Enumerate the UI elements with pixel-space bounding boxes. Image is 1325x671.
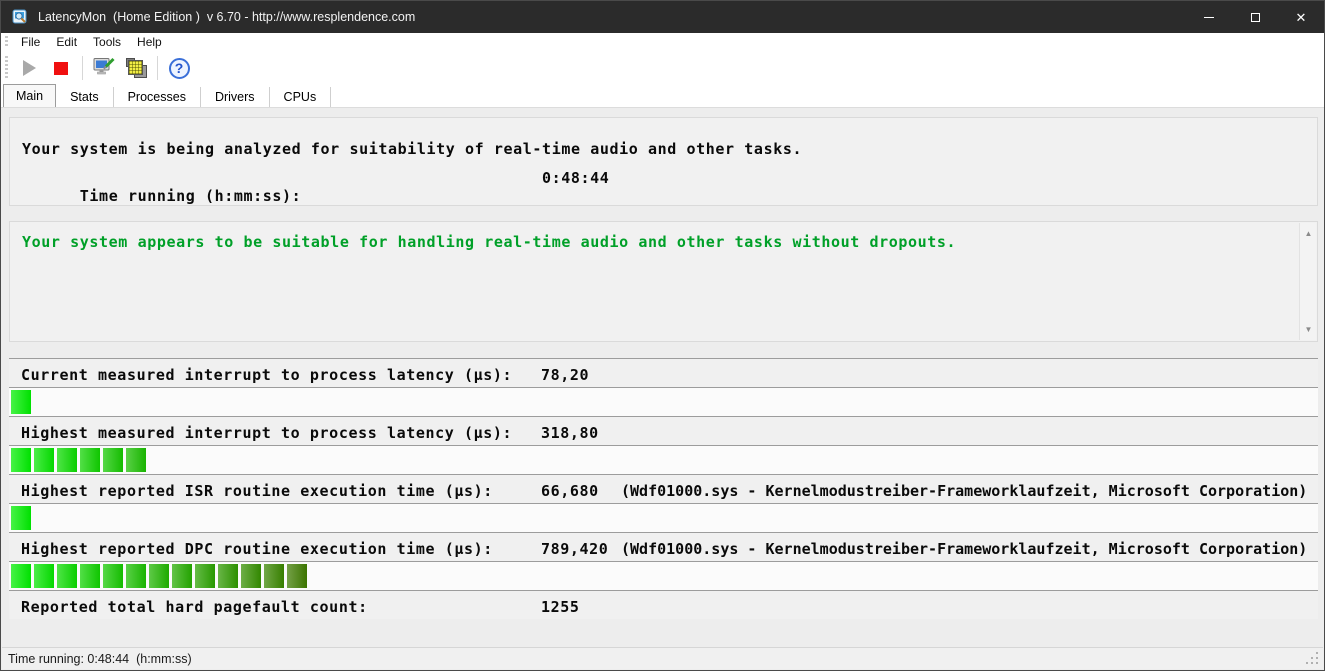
tab-cpus[interactable]: CPUs [270, 87, 332, 107]
bar-segment [126, 448, 146, 472]
time-running-row: Time running (h:mm:ss): 0:48:44 [10, 158, 1317, 205]
titlebar: LatencyMon (Home Edition ) v 6.70 - http… [1, 1, 1324, 33]
toolbar-separator [82, 56, 83, 80]
minimize-icon [1204, 16, 1214, 18]
bar-segment [103, 448, 123, 472]
bar-segment [172, 564, 192, 588]
status-message-panel: Your system appears to be suitable for h… [9, 221, 1318, 342]
maximize-icon [1250, 12, 1260, 22]
measurement-label-row: Highest reported DPC routine execution t… [9, 532, 1318, 561]
tab-processes[interactable]: Processes [114, 87, 201, 107]
measurement-bar [9, 561, 1318, 590]
play-icon [22, 60, 36, 76]
status-message: Your system appears to be suitable for h… [22, 233, 957, 251]
close-button[interactable]: ✕ [1278, 1, 1324, 33]
measurement-bar [9, 387, 1318, 416]
toolbar: ? [1, 51, 1324, 85]
measurement-label-row: Highest measured interrupt to process la… [9, 416, 1318, 445]
measurement-label-row: Reported total hard pagefault count: 1255 [9, 590, 1318, 619]
stop-icon [54, 61, 68, 75]
menu-file[interactable]: File [13, 35, 48, 49]
tab-stats[interactable]: Stats [56, 87, 114, 107]
bar-segment [241, 564, 261, 588]
measurement-label: Highest reported DPC routine execution t… [21, 540, 493, 558]
measurements: Current measured interrupt to process la… [9, 358, 1318, 619]
measurement-label: Highest reported ISR routine execution t… [21, 482, 493, 500]
help-icon: ? [168, 57, 190, 79]
menu-help[interactable]: Help [129, 35, 170, 49]
menu-edit[interactable]: Edit [48, 35, 85, 49]
time-running-label: Time running (h:mm:ss): [79, 187, 302, 205]
scroll-up-icon[interactable]: ▲ [1300, 225, 1317, 242]
bar-segment [11, 448, 31, 472]
measurement-bar [9, 503, 1318, 532]
window-title: LatencyMon (Home Edition ) v 6.70 - http… [38, 10, 416, 24]
bar-segment [34, 564, 54, 588]
bar-segment [11, 390, 31, 414]
app-icon [12, 9, 28, 25]
analysis-panel: Your system is being analyzed for suitab… [9, 117, 1318, 206]
bar-segment [218, 564, 238, 588]
statusbar-text: Time running: 0:48:44 (h:mm:ss) [8, 651, 192, 666]
tab-main[interactable]: Main [3, 84, 57, 107]
tabbar: Main Stats Processes Drivers CPUs [1, 84, 1324, 108]
measurement-value: 789,420 [541, 540, 609, 558]
measurement-value: 1255 [541, 598, 580, 616]
menubar: File Edit Tools Help [1, 33, 1324, 51]
bar-segment [11, 564, 31, 588]
help-button[interactable]: ? [165, 54, 193, 82]
message-scrollbar[interactable]: ▲ ▼ [1299, 223, 1316, 340]
menu-tools[interactable]: Tools [85, 35, 129, 49]
measurement-label: Reported total hard pagefault count: [21, 598, 368, 616]
bar-segment [103, 564, 123, 588]
bar-segment [57, 564, 77, 588]
measurement-label: Highest measured interrupt to process la… [21, 424, 513, 442]
measurement-value: 66,680 [541, 482, 599, 500]
menubar-gripper-icon [5, 35, 8, 49]
statusbar: Time running: 0:48:44 (h:mm:ss) [2, 647, 1323, 669]
measurement-value: 318,80 [541, 424, 599, 442]
resize-grip-icon[interactable] [1306, 652, 1319, 665]
options-monitor-tool-icon [93, 57, 115, 75]
stop-monitor-button[interactable] [47, 54, 75, 82]
latencymon-window: LatencyMon (Home Edition ) v 6.70 - http… [0, 0, 1325, 671]
toolbar-separator [157, 56, 158, 80]
scroll-down-icon[interactable]: ▼ [1300, 321, 1317, 338]
maximize-button[interactable] [1232, 1, 1278, 33]
copy-report-button[interactable] [122, 54, 150, 82]
analysis-text: Your system is being analyzed for suitab… [22, 140, 803, 158]
bar-segment [80, 564, 100, 588]
bar-segment [11, 506, 31, 530]
measurement-bar [9, 445, 1318, 474]
measurement-value: 78,20 [541, 366, 590, 384]
measurement-label-row: Highest reported ISR routine execution t… [9, 474, 1318, 503]
measurement-label: Current measured interrupt to process la… [21, 366, 513, 384]
toolbar-gripper-icon [5, 56, 8, 80]
close-icon: ✕ [1295, 9, 1307, 25]
tab-drivers[interactable]: Drivers [201, 87, 270, 107]
time-running-value: 0:48:44 [542, 169, 610, 187]
minimize-button[interactable] [1186, 1, 1232, 33]
bar-segment [195, 564, 215, 588]
bar-segment [34, 448, 54, 472]
bar-segment [264, 564, 284, 588]
options-button[interactable] [90, 54, 118, 82]
measurement-label-row: Current measured interrupt to process la… [9, 358, 1318, 387]
measurement-extra: (Wdf01000.sys - Kernelmodustreiber-Frame… [621, 482, 1308, 500]
start-monitor-button[interactable] [15, 54, 43, 82]
bar-segment [126, 564, 146, 588]
bar-segment [57, 448, 77, 472]
bar-segment [149, 564, 169, 588]
bar-segment [80, 448, 100, 472]
measurement-extra: (Wdf01000.sys - Kernelmodustreiber-Frame… [621, 540, 1308, 558]
copy-pages-icon [125, 57, 148, 79]
bar-segment [287, 564, 307, 588]
window-controls: ✕ [1186, 1, 1324, 33]
